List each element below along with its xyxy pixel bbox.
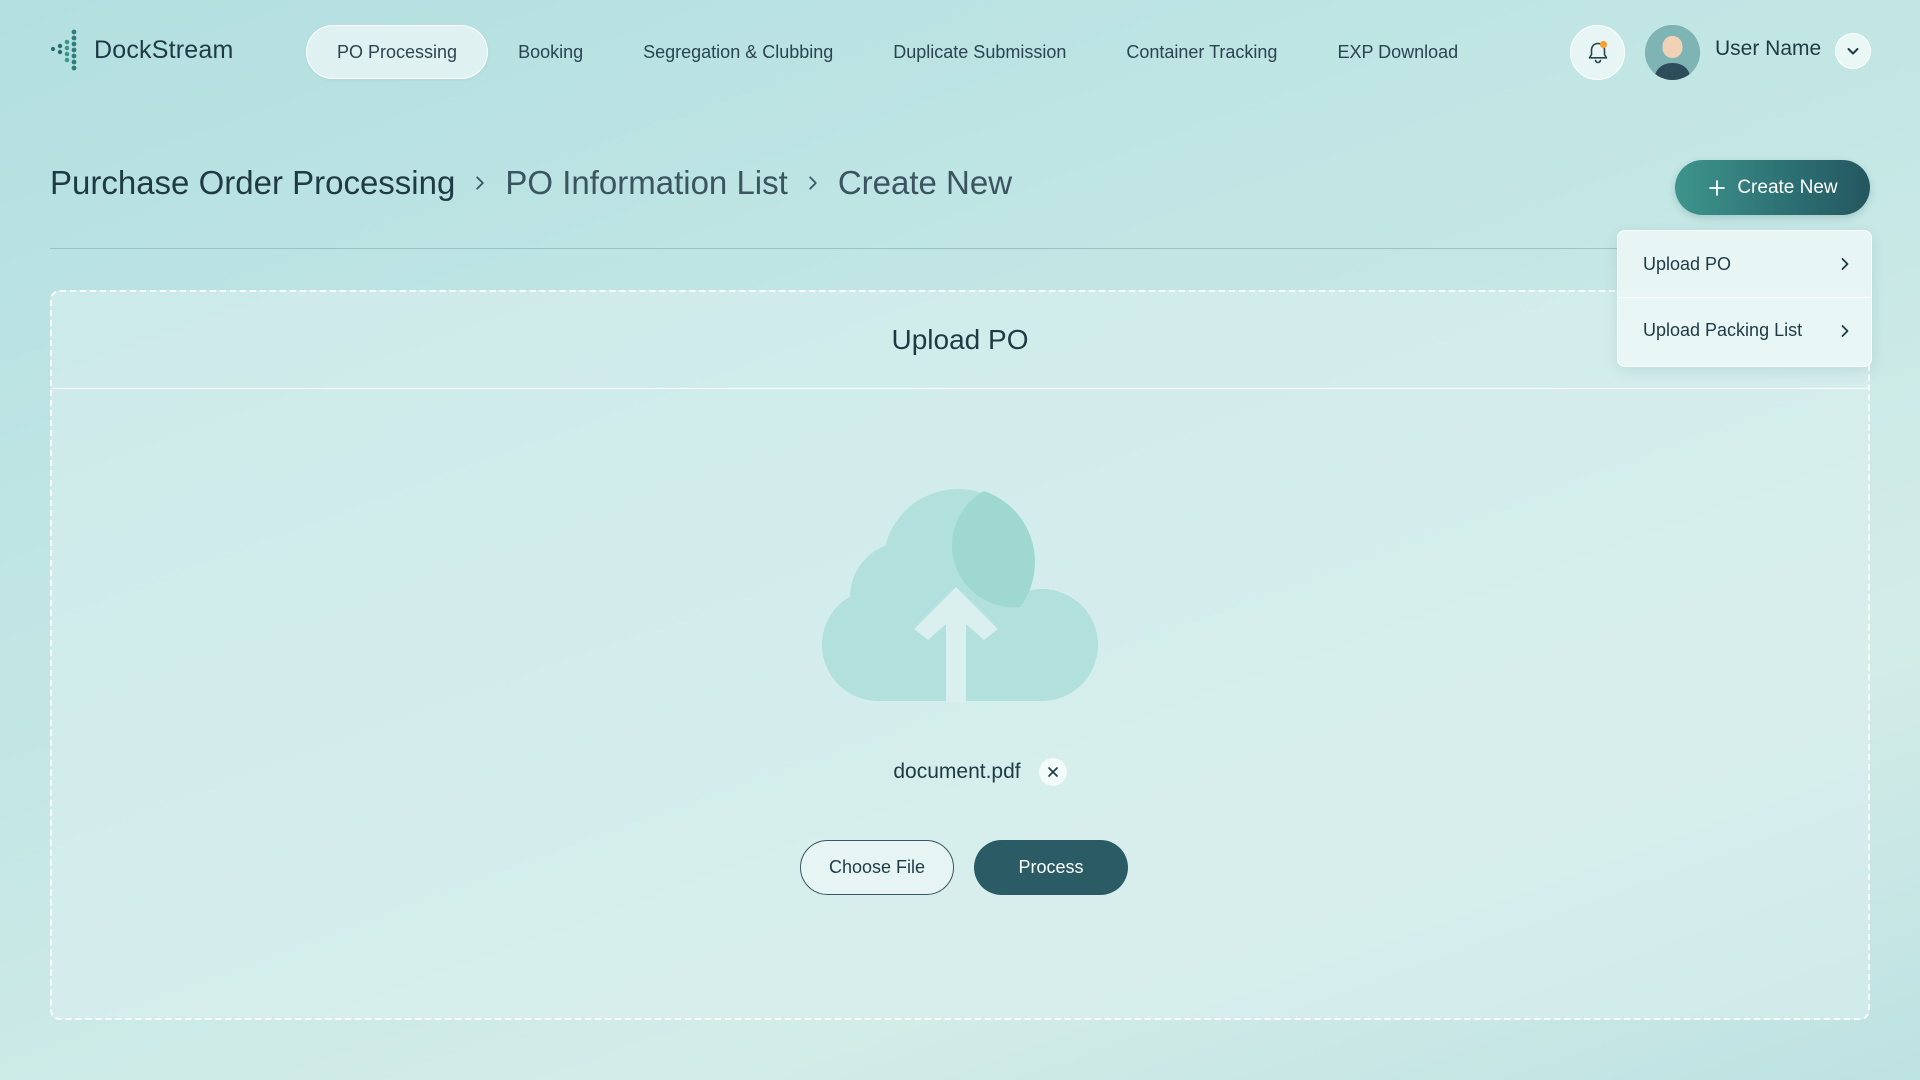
create-new-label: Create New (1737, 176, 1838, 198)
plus-icon (1709, 179, 1726, 196)
breadcrumb-po-information-list[interactable]: PO Information List (505, 164, 787, 202)
chevron-right-icon (1841, 258, 1849, 270)
remove-file-button[interactable] (1038, 758, 1067, 786)
upload-card: Upload PO document.pdf Choose File Proce… (50, 290, 1870, 1020)
chevron-right-icon (804, 174, 822, 192)
upload-actions: Choose File Process (52, 840, 1868, 895)
process-button[interactable]: Process (974, 840, 1128, 895)
dockstream-logo-icon (50, 29, 77, 71)
user-avatar-icon (1645, 25, 1700, 80)
menu-item-upload-packing-list[interactable]: Upload Packing List (1618, 297, 1871, 363)
menu-item-upload-po[interactable]: Upload PO (1618, 231, 1871, 297)
nav-item-container-tracking[interactable]: Container Tracking (1096, 25, 1307, 79)
nav-item-exp-download[interactable]: EXP Download (1307, 25, 1488, 79)
create-new-dropdown: Upload PO Upload Packing List (1617, 230, 1872, 367)
bell-icon (1588, 40, 1607, 63)
top-header: DockStream PO Processing Booking Segrega… (0, 0, 1920, 100)
chevron-right-icon (1841, 324, 1849, 337)
breadcrumb-create-new: Create New (837, 164, 1013, 201)
create-new-button[interactable]: Create New (1675, 160, 1870, 215)
nav-item-duplicate-submission[interactable]: Duplicate Submission (863, 25, 1096, 79)
close-icon (1047, 767, 1058, 777)
nav-item-segregation-clubbing[interactable]: Segregation & Clubbing (613, 25, 863, 79)
notifications-button[interactable] (1570, 25, 1625, 80)
user-name[interactable]: User Name (1715, 37, 1821, 61)
menu-item-label: Upload Packing List (1643, 320, 1803, 340)
chevron-down-icon (1847, 48, 1859, 55)
breadcrumb-root[interactable]: Purchase Order Processing (50, 164, 455, 202)
selected-file: document.pdf (52, 758, 1868, 786)
breadcrumb: Purchase Order Processing PO Information… (50, 164, 1012, 202)
avatar[interactable] (1645, 25, 1700, 80)
main-nav: PO Processing Booking Segregation & Club… (306, 25, 1488, 79)
upload-title: Upload PO (891, 324, 1029, 355)
upload-card-header: Upload PO (52, 292, 1868, 389)
user-menu-toggle[interactable] (1835, 33, 1871, 69)
menu-item-label: Upload PO (1643, 253, 1732, 274)
choose-file-button[interactable]: Choose File (800, 840, 954, 895)
cloud-upload-icon[interactable] (820, 472, 1100, 702)
notification-dot (1599, 40, 1607, 48)
file-name: document.pdf (893, 760, 1021, 783)
nav-item-booking[interactable]: Booking (488, 25, 613, 79)
brand-name: DockStream (94, 35, 234, 64)
logo[interactable]: DockStream (50, 28, 234, 72)
chevron-right-icon (471, 174, 489, 192)
nav-item-po-processing[interactable]: PO Processing (306, 25, 489, 79)
header-divider (50, 248, 1870, 249)
